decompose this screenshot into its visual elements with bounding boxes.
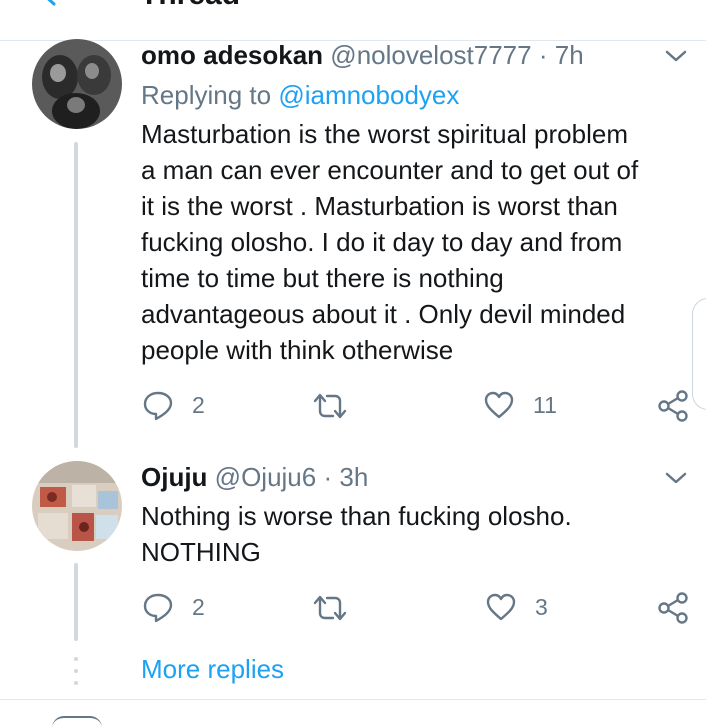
reply-icon <box>143 391 173 421</box>
replying-to: Replying to @iamnobodyex <box>141 80 459 111</box>
reply-button[interactable]: 2 <box>142 591 205 623</box>
like-button[interactable]: 11 <box>483 390 557 420</box>
reply-count: 2 <box>192 593 205 620</box>
display-name[interactable]: Ojuju <box>141 462 207 492</box>
avatar[interactable] <box>52 716 102 728</box>
tweet-text-line: advantageous about it . Only devil minde… <box>141 299 626 329</box>
replying-to-link[interactable]: @iamnobodyex <box>278 80 459 110</box>
like-count: 3 <box>535 593 548 620</box>
tweet-text-line: a man can ever encounter and to get out … <box>141 155 639 185</box>
thread-line <box>74 563 78 641</box>
retweet-button[interactable] <box>311 593 367 623</box>
display-name[interactable]: omo adesokan <box>141 40 323 70</box>
timestamp[interactable]: 7h <box>555 40 584 70</box>
like-count: 11 <box>533 391 557 418</box>
reply-icon <box>143 593 173 623</box>
retweet-icon <box>313 393 347 419</box>
like-icon <box>484 391 514 419</box>
chevron-down-icon[interactable] <box>664 470 688 486</box>
footer-divider <box>0 699 706 700</box>
like-button[interactable]: 3 <box>485 592 548 622</box>
back-arrow-icon[interactable] <box>40 0 66 8</box>
replying-prefix: Replying to <box>141 80 272 110</box>
tweet-text-line: NOTHING <box>141 537 261 567</box>
separator-dot: · <box>323 462 333 492</box>
retweet-icon <box>313 595 347 621</box>
more-replies-dots-icon <box>74 657 78 685</box>
share-button[interactable] <box>657 592 689 624</box>
separator-dot: · <box>538 40 548 70</box>
tweet-header: omo adesokan @nolovelost7777 · 7h <box>141 40 584 71</box>
user-handle[interactable]: @nolovelost7777 <box>330 40 531 70</box>
page-title: Thread <box>140 0 240 12</box>
chevron-down-icon[interactable] <box>664 48 688 64</box>
reply-button[interactable]: 2 <box>142 389 205 421</box>
like-icon <box>486 593 516 621</box>
thread-line <box>74 142 78 448</box>
user-handle[interactable]: @Ojuju6 <box>215 462 317 492</box>
avatar[interactable] <box>32 39 122 129</box>
tweet-text-line: time to time but there is nothing <box>141 263 504 293</box>
tweet-text: Nothing is worse than fucking olosho. NO… <box>141 498 691 570</box>
reply-count: 2 <box>192 391 205 418</box>
tweet-text-line: fucking olosho. I do it day to day and f… <box>141 227 623 257</box>
scroll-edge-handle[interactable] <box>692 298 706 410</box>
tweet-text: Masturbation is the worst spiritual prob… <box>141 116 691 368</box>
tweet-header: Ojuju @Ojuju6 · 3h <box>141 462 368 493</box>
retweet-button[interactable] <box>311 391 367 421</box>
tweet-text-line: people with think otherwise <box>141 335 454 365</box>
share-icon <box>658 390 688 422</box>
tweet-text-line: Masturbation is the worst spiritual prob… <box>141 119 628 149</box>
avatar[interactable] <box>32 461 122 551</box>
tweet-text-line: Nothing is worse than fucking olosho. <box>141 501 572 531</box>
share-icon <box>658 592 688 624</box>
more-replies-link[interactable]: More replies <box>141 654 284 685</box>
share-button[interactable] <box>657 390 689 422</box>
tweet-text-line: it is the worst . Masturbation is worst … <box>141 191 618 221</box>
timestamp[interactable]: 3h <box>339 462 368 492</box>
